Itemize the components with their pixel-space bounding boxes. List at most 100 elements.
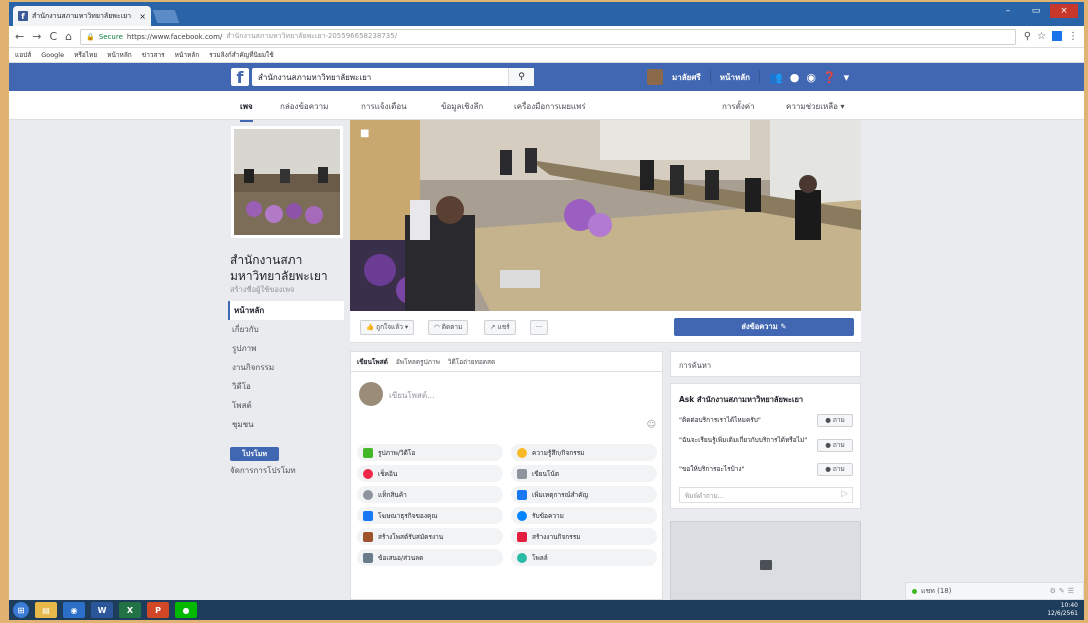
excel-icon[interactable]: X	[119, 602, 141, 618]
chat-bar[interactable]: แชท (18) ⚙✎☰	[905, 582, 1084, 600]
profile-picture[interactable]	[231, 126, 343, 238]
back-icon[interactable]: ←	[15, 30, 24, 43]
option-advertise[interactable]: โฆษณาธุรกิจของคุณ	[357, 507, 503, 524]
maximize-icon[interactable]: ▭	[1022, 4, 1050, 18]
line-app-icon[interactable]: ●	[175, 602, 197, 618]
account-menu-icon[interactable]: ▾	[844, 71, 850, 84]
option-photo-video[interactable]: รูปภาพ/วิดีโอ	[357, 444, 503, 461]
bookmark-item[interactable]: ข่าวสาร	[142, 50, 165, 60]
ask-button[interactable]: ● ถาม	[817, 414, 853, 427]
word-icon[interactable]: W	[91, 602, 113, 618]
nav-community[interactable]: ชุมชน	[228, 415, 344, 434]
option-offer[interactable]: ข้อเสนอ/ส่วนลด	[357, 549, 503, 566]
ask-button[interactable]: ● ถาม	[817, 439, 853, 452]
tab-upload-photo[interactable]: อัพโหลดรูปภาพ	[396, 357, 440, 367]
cover-photo[interactable]: ■	[350, 120, 861, 311]
bookmark-item[interactable]: หน้าหลัก	[107, 50, 132, 60]
option-poll[interactable]: โพลล์	[511, 549, 657, 566]
tab-live-video[interactable]: วิดีโอถ่ายทอดสด	[448, 357, 495, 367]
menu-icon[interactable]: ⋮	[1068, 31, 1078, 42]
bookmark-item[interactable]: Google	[41, 51, 64, 59]
search-icon[interactable]: ⚲	[508, 68, 534, 86]
help-icon[interactable]: ❓	[823, 71, 837, 84]
tab-help[interactable]: ความช่วยเหลือ ▾	[786, 100, 845, 113]
composer-body[interactable]: เขียนโพสต์... ☺	[351, 372, 662, 434]
facebook-logo-icon[interactable]: f	[231, 68, 249, 87]
option-create-event[interactable]: สร้างงานกิจกรรม	[511, 528, 657, 545]
messages-icon[interactable]: ●	[790, 71, 800, 84]
nav-videos[interactable]: วิดีโอ	[228, 377, 344, 396]
user-avatar[interactable]	[647, 69, 663, 85]
powerpoint-icon[interactable]: P	[147, 602, 169, 618]
ask-button[interactable]: ● ถาม	[817, 463, 853, 476]
tab-close-icon[interactable]: ×	[139, 12, 146, 21]
minimize-icon[interactable]: –	[994, 4, 1022, 18]
tab-page[interactable]: เพจ	[240, 100, 253, 122]
share-button[interactable]: ↗ แชร์	[484, 320, 516, 335]
home-icon[interactable]: ⌂	[65, 30, 72, 43]
video-camera-icon[interactable]: ■	[360, 128, 369, 139]
option-tag-product[interactable]: แท็กสินค้า	[357, 486, 503, 503]
send-message-button[interactable]: ส่งข้อความ ✎	[674, 318, 854, 336]
tab-inbox[interactable]: กล่องข้อความ	[280, 100, 328, 113]
tab-insights[interactable]: ข้อมูลเชิงลึก	[441, 100, 483, 113]
file-explorer-icon[interactable]: ▤	[35, 602, 57, 618]
nav-about[interactable]: เกี่ยวกับ	[228, 320, 344, 339]
option-milestone[interactable]: เพิ่มเหตุการณ์สำคัญ	[511, 486, 657, 503]
chat-settings-icons[interactable]: ⚙✎☰	[1050, 587, 1077, 595]
tab-notifications[interactable]: การแจ้งเตือน	[361, 100, 407, 113]
forward-icon[interactable]: →	[32, 30, 41, 43]
promote-button[interactable]: โปรโมท	[230, 447, 279, 461]
start-button-icon[interactable]: ⊞	[13, 602, 29, 618]
notifications-icon[interactable]: ◉	[806, 71, 816, 84]
browser-tab[interactable]: f สำนักงานสภามหาวิทยาลัยพะเยา ×	[13, 6, 151, 26]
option-label: โพลล์	[532, 553, 548, 562]
home-link[interactable]: หน้าหลัก	[720, 71, 750, 84]
option-label: เขียนโน้ต	[532, 469, 560, 478]
user-name-link[interactable]: มาลัยศรี	[672, 71, 701, 84]
question-3: "ขอให้บริการอะไรบ้าง"	[679, 465, 745, 473]
more-button[interactable]: ···	[530, 320, 549, 335]
tab-strip: f สำนักงานสภามหาวิทยาลัยพะเยา × – ▭ ×	[9, 2, 1084, 26]
profile-photo	[234, 129, 340, 235]
emoji-icon[interactable]: ☺	[647, 420, 656, 430]
system-tray[interactable]: 10:40 12/6/2561	[1047, 602, 1078, 618]
new-tab-button[interactable]	[152, 10, 180, 23]
messenger-icon	[517, 510, 527, 521]
close-window-icon[interactable]: ×	[1050, 4, 1078, 18]
option-get-messages[interactable]: รับข้อความ	[511, 507, 657, 524]
option-check-in[interactable]: เช็คอิน	[357, 465, 503, 482]
manage-promotions-link[interactable]: จัดการการโปรโมท	[230, 464, 296, 477]
tab-settings[interactable]: การตั้งค่า	[722, 100, 755, 113]
option-feeling[interactable]: ความรู้สึก/กิจกรรม	[511, 444, 657, 461]
bookmark-item[interactable]: หน้าหลัก	[175, 50, 200, 60]
option-note[interactable]: เขียนโน้ต	[511, 465, 657, 482]
bookmark-star-icon[interactable]: ☆	[1037, 31, 1046, 42]
address-bar[interactable]: 🔒 Secure https://www.facebook.com/สำนักง…	[80, 28, 1016, 45]
suggestions-box: การค้นหา	[670, 351, 861, 377]
post-placeholder[interactable]: เขียนโพสต์...	[389, 389, 435, 402]
bookmark-item[interactable]: หรือไทย	[74, 50, 97, 60]
bookmark-item[interactable]: แอปส์	[15, 50, 31, 60]
chrome-icon[interactable]: ◉	[63, 602, 85, 618]
nav-home[interactable]: หน้าหลัก	[228, 301, 344, 320]
friend-requests-icon[interactable]: 👥	[769, 71, 783, 84]
extension-icon[interactable]	[1052, 31, 1062, 41]
reload-icon[interactable]: C	[49, 30, 57, 43]
page-action-bar: 👍 ถูกใจแล้ว ▾ ◠ ติดตาม ↗ แชร์ ··· ส่งข้อ…	[350, 311, 861, 343]
bookmark-item[interactable]: รวมลิงก์สำคัญที่นิยมใช้	[209, 50, 273, 60]
note-icon	[517, 468, 527, 479]
create-username-link[interactable]: สร้างชื่อผู้ใช้ของเพจ	[230, 284, 294, 296]
fb-search-input[interactable]: สำนักงานสภามหาวิทยาลัยพะเยา ⚲	[252, 68, 534, 86]
ask-question-input[interactable]: พิมพ์คำถาม... ▷	[679, 487, 853, 503]
tab-publishing-tools[interactable]: เครื่องมือการเผยแพร่	[514, 100, 586, 113]
option-job-post[interactable]: สร้างโพสต์รับสมัครงาน	[357, 528, 503, 545]
like-button[interactable]: 👍 ถูกใจแล้ว ▾	[360, 320, 415, 335]
send-arrow-icon[interactable]: ▷	[841, 489, 848, 499]
nav-events[interactable]: งานกิจกรรม	[228, 358, 344, 377]
nav-photos[interactable]: รูปภาพ	[228, 339, 344, 358]
follow-button[interactable]: ◠ ติดตาม	[428, 320, 469, 335]
tab-write-post[interactable]: เขียนโพสต์	[357, 357, 388, 367]
zoom-icon[interactable]: ⚲	[1024, 31, 1031, 42]
nav-posts[interactable]: โพสต์	[228, 396, 344, 415]
